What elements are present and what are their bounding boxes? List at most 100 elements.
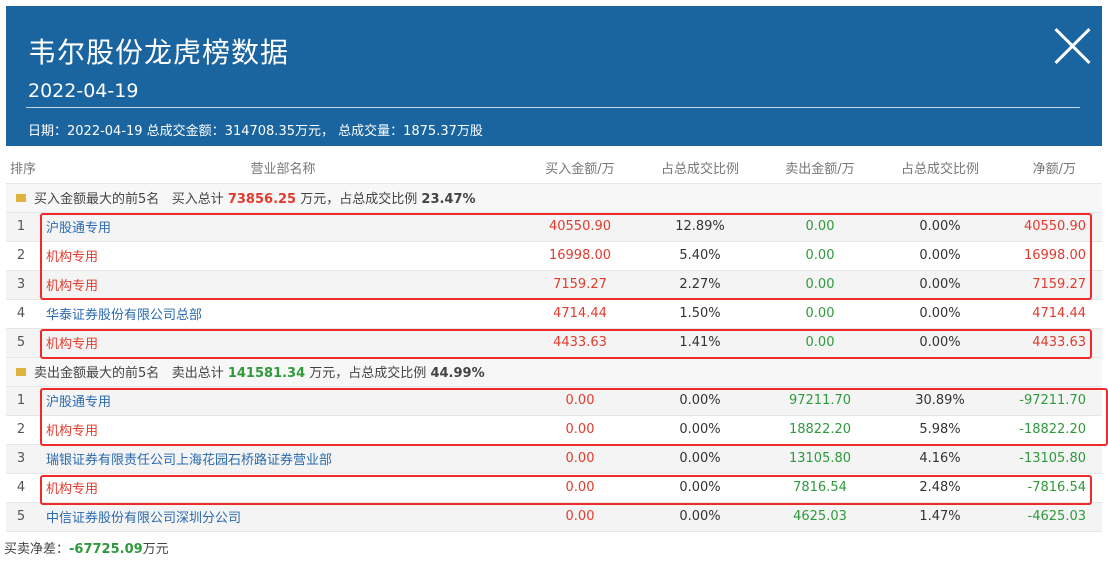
net-difference-unit: 万元 (142, 542, 169, 557)
branch-name-link[interactable]: 机构专用 (36, 328, 520, 358)
sell-amount: 0.00 (760, 212, 880, 242)
net-amount: -18822.20 (1000, 415, 1102, 445)
table-row: 4 华泰证券股份有限公司总部 4714.44 1.50% 0.00 0.00% 4714.4… (6, 299, 1102, 329)
net-amount: -7816.54 (1000, 473, 1102, 503)
buy-amount: 16998.00 (520, 241, 640, 271)
branch-name-link[interactable]: 沪股通专用 (36, 212, 520, 242)
net-amount: 4714.44 (1000, 299, 1102, 329)
sell-total-unit: 万元，占总成交比例 (309, 366, 427, 381)
net-difference: 买卖净差：-67725.09万元 (4, 538, 169, 557)
branch-name-link[interactable]: 沪股通专用 (36, 386, 520, 416)
buy-section-row: 买入金额最大的前5名 买入总计 73856.25 万元，占总成交比例 23.47… (6, 183, 1102, 213)
buy-total-value: 73856.25 (227, 192, 297, 207)
col-rank: 排序 (6, 152, 36, 184)
branch-name-link[interactable]: 机构专用 (36, 270, 520, 300)
sell-ratio: 2.48% (880, 473, 1000, 503)
buy-amount: 0.00 (520, 502, 640, 532)
buy-total-ratio: 23.47% (421, 192, 476, 207)
buy-ratio: 5.40% (640, 241, 760, 271)
folder-icon (16, 194, 26, 202)
buy-ratio: 0.00% (640, 444, 760, 474)
row-rank: 3 (6, 270, 36, 300)
sell-ratio: 30.89% (880, 386, 1000, 416)
dialog-header: 韦尔股份龙虎榜数据 2022-04-19 日期：2022-04-19 总成交金额… (6, 6, 1102, 146)
sell-amount: 13105.80 (760, 444, 880, 474)
col-buy-ratio: 占总成交比例 (640, 152, 760, 184)
sell-ratio: 0.00% (880, 299, 1000, 329)
branch-name-link[interactable]: 机构专用 (36, 473, 520, 503)
buy-ratio: 0.00% (640, 415, 760, 445)
sell-amount: 4625.03 (760, 502, 880, 532)
row-rank: 5 (6, 328, 36, 358)
buy-amount: 4433.63 (520, 328, 640, 358)
row-rank: 1 (6, 386, 36, 416)
sell-amount: 0.00 (760, 241, 880, 271)
sell-ratio: 4.16% (880, 444, 1000, 474)
sell-section-row: 卖出金额最大的前5名 卖出总计 141581.34 万元，占总成交比例 44.9… (6, 357, 1102, 387)
net-amount: -4625.03 (1000, 502, 1102, 532)
net-amount: 7159.27 (1000, 270, 1102, 300)
sell-amount: 7816.54 (760, 473, 880, 503)
net-amount: 40550.90 (1000, 212, 1102, 242)
buy-amount: 4714.44 (520, 299, 640, 329)
table-row: 3 机构专用 7159.27 2.27% 0.00 0.00% 7159.27 (6, 270, 1102, 300)
buy-amount: 7159.27 (520, 270, 640, 300)
page-title: 韦尔股份龙虎榜数据 (28, 36, 290, 69)
sell-total-value: 141581.34 (227, 366, 306, 381)
buy-ratio: 2.27% (640, 270, 760, 300)
table-row: 4 机构专用 0.00 0.00% 7816.54 2.48% -7816.54 (6, 473, 1102, 503)
buy-section-cell: 买入金额最大的前5名 买入总计 73856.25 万元，占总成交比例 23.47… (6, 183, 1102, 213)
branch-name-link[interactable]: 机构专用 (36, 415, 520, 445)
trade-summary: 日期：2022-04-19 总成交金额：314708.35万元， 总成交量：18… (28, 124, 483, 139)
table-row: 5 机构专用 4433.63 1.41% 0.00 0.00% 4433.63 (6, 328, 1102, 358)
net-amount: 16998.00 (1000, 241, 1102, 271)
sell-ratio: 0.00% (880, 270, 1000, 300)
folder-icon (16, 368, 26, 376)
sell-section-label: 卖出金额最大的前5名 (34, 366, 160, 381)
buy-ratio: 0.00% (640, 386, 760, 416)
buy-amount: 0.00 (520, 444, 640, 474)
buy-total-unit: 万元，占总成交比例 (300, 192, 418, 207)
row-rank: 2 (6, 415, 36, 445)
buy-ratio: 0.00% (640, 502, 760, 532)
net-amount: -97211.70 (1000, 386, 1102, 416)
net-amount: -13105.80 (1000, 444, 1102, 474)
table-body: 买入金额最大的前5名 买入总计 73856.25 万元，占总成交比例 23.47… (6, 183, 1102, 532)
net-difference-value: -67725.09 (69, 542, 143, 557)
dragon-tiger-table: 排序 营业部名称 买入金额/万 占总成交比例 卖出金额/万 占总成交比例 净额/… (6, 152, 1102, 532)
table-row: 1 沪股通专用 40550.90 12.89% 0.00 0.00% 40550.90 (6, 212, 1102, 242)
buy-amount: 0.00 (520, 386, 640, 416)
branch-name-link[interactable]: 机构专用 (36, 241, 520, 271)
buy-ratio: 1.41% (640, 328, 760, 358)
buy-total-label: 买入总计 (171, 192, 224, 207)
col-buy: 买入金额/万 (520, 152, 640, 184)
sell-amount: 97211.70 (760, 386, 880, 416)
sell-ratio: 0.00% (880, 212, 1000, 242)
col-name: 营业部名称 (36, 152, 520, 184)
sell-section-cell: 卖出金额最大的前5名 卖出总计 141581.34 万元，占总成交比例 44.9… (6, 357, 1102, 387)
branch-name-link[interactable]: 中信证券股份有限公司深圳分公司 (36, 502, 520, 532)
table-row: 3 瑞银证券有限责任公司上海花园石桥路证券营业部 0.00 0.00% 13105.80… (6, 444, 1102, 474)
buy-amount: 40550.90 (520, 212, 640, 242)
sell-ratio: 5.98% (880, 415, 1000, 445)
sell-ratio: 0.00% (880, 328, 1000, 358)
buy-amount: 0.00 (520, 473, 640, 503)
sell-ratio: 1.47% (880, 502, 1000, 532)
row-rank: 4 (6, 299, 36, 329)
buy-ratio: 0.00% (640, 473, 760, 503)
buy-ratio: 12.89% (640, 212, 760, 242)
row-rank: 4 (6, 473, 36, 503)
sell-amount: 0.00 (760, 299, 880, 329)
branch-name-link[interactable]: 瑞银证券有限责任公司上海花园石桥路证券营业部 (36, 444, 520, 474)
table-row: 1 沪股通专用 0.00 0.00% 97211.70 30.89% -97211.70 (6, 386, 1102, 416)
table-row: 5 中信证券股份有限公司深圳分公司 0.00 0.00% 4625.03 1.47% -46… (6, 502, 1102, 532)
close-icon[interactable] (1052, 26, 1092, 66)
branch-name-link[interactable]: 华泰证券股份有限公司总部 (36, 299, 520, 329)
row-rank: 1 (6, 212, 36, 242)
net-difference-label: 买卖净差： (4, 542, 70, 557)
sell-total-label: 卖出总计 (171, 366, 224, 381)
row-rank: 3 (6, 444, 36, 474)
net-amount: 4433.63 (1000, 328, 1102, 358)
page-subtitle-date: 2022-04-19 (28, 80, 139, 102)
col-sell: 卖出金额/万 (760, 152, 880, 184)
